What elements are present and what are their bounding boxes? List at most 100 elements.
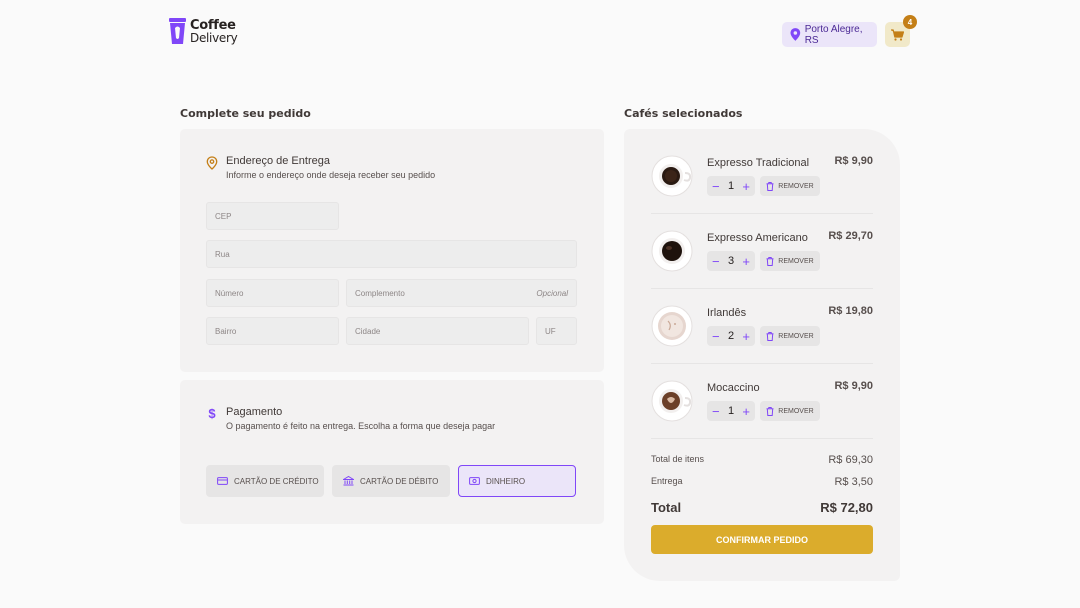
item-price: R$ 19,80 <box>828 305 873 317</box>
divider <box>651 438 873 439</box>
remove-button[interactable]: REMOVER <box>760 401 820 421</box>
dollar-sign-icon: $ <box>208 406 216 421</box>
quantity-value: 1 <box>727 405 735 417</box>
divider <box>651 363 873 364</box>
cep-placeholder: CEP <box>215 211 232 221</box>
address-title: Endereço de Entrega <box>226 155 330 167</box>
quantity-value: 3 <box>727 255 735 267</box>
trash-icon <box>766 331 774 341</box>
bairro-placeholder: Bairro <box>215 326 237 336</box>
minus-button[interactable]: − <box>712 179 720 194</box>
delivery-label: Entrega <box>651 476 683 486</box>
plus-button[interactable]: + <box>742 329 750 344</box>
minus-button[interactable]: − <box>712 254 720 269</box>
cart-item: Mocaccino R$ 9,90 − 1 + REMOVER <box>651 380 873 455</box>
shopping-cart-icon <box>891 28 904 41</box>
payment-debit-label: CARTÃO DE DÉBITO <box>360 476 439 486</box>
remove-label: REMOVER <box>778 257 814 265</box>
payment-credit-card-button[interactable]: CARTÃO DE CRÉDITO <box>206 465 324 497</box>
remove-button[interactable]: REMOVER <box>760 176 820 196</box>
logo[interactable]: Coffee Delivery <box>169 17 238 45</box>
cart-item: Expresso Tradicional R$ 9,90 − 1 + REMOV… <box>651 155 873 230</box>
cidade-placeholder: Cidade <box>355 326 381 336</box>
rua-field[interactable]: Rua <box>206 240 577 268</box>
coffee-image <box>651 380 693 422</box>
payment-cash-label: DINHEIRO <box>486 476 526 486</box>
cart-item: Irlandês R$ 19,80 − 2 + REMOVER <box>651 305 873 380</box>
item-price: R$ 9,90 <box>834 380 873 392</box>
cart-title: Cafés selecionados <box>624 107 743 120</box>
payment-title: Pagamento <box>226 406 283 418</box>
cep-field[interactable]: CEP <box>206 202 339 230</box>
payment-card: $ Pagamento O pagamento é feito na entre… <box>180 380 604 524</box>
cart-count-badge: 4 <box>903 15 917 29</box>
bank-icon <box>343 476 354 486</box>
quantity-stepper: − 1 + <box>707 401 755 421</box>
complemento-optional-hint: Opcional <box>536 288 568 298</box>
payment-debit-card-button[interactable]: CARTÃO DE DÉBITO <box>332 465 450 497</box>
total-row: Total R$ 72,80 <box>651 500 873 515</box>
delivery-value: R$ 3,50 <box>834 476 873 488</box>
items-total-label: Total de itens <box>651 454 705 464</box>
money-icon <box>469 477 480 485</box>
delivery-row: Entrega R$ 3,50 <box>651 476 873 488</box>
confirm-order-button[interactable]: CONFIRMAR PEDIDO <box>651 525 873 554</box>
item-name: Irlandês <box>707 307 747 319</box>
map-pin-outline-icon <box>206 156 218 170</box>
payment-cash-button[interactable]: DINHEIRO <box>458 465 576 497</box>
coffee-image <box>651 305 693 347</box>
quantity-value: 1 <box>727 180 735 192</box>
header: Coffee Delivery Porto Alegre, RS 4 <box>0 0 1080 66</box>
cart-item: Expresso Americano R$ 29,70 − 3 + REMOVE… <box>651 230 873 305</box>
remove-button[interactable]: REMOVER <box>760 251 820 271</box>
trash-icon <box>766 256 774 266</box>
minus-button[interactable]: − <box>712 404 720 419</box>
credit-card-icon <box>217 477 228 485</box>
minus-button[interactable]: − <box>712 329 720 344</box>
bairro-field[interactable]: Bairro <box>206 317 339 345</box>
plus-button[interactable]: + <box>742 254 750 269</box>
uf-placeholder: UF <box>545 326 556 336</box>
cidade-field[interactable]: Cidade <box>346 317 529 345</box>
items-total-row: Total de itens R$ 69,30 <box>651 454 873 466</box>
items-total-value: R$ 69,30 <box>828 454 873 466</box>
quantity-stepper: − 1 + <box>707 176 755 196</box>
divider <box>651 288 873 289</box>
location-badge[interactable]: Porto Alegre, RS <box>782 22 877 47</box>
logo-line-2: Delivery <box>190 30 238 45</box>
address-subtitle: Informe o endereço onde deseja receber s… <box>226 170 436 180</box>
item-name: Mocaccino <box>707 382 760 394</box>
remove-label: REMOVER <box>778 182 814 190</box>
map-pin-icon <box>790 28 801 41</box>
rua-placeholder: Rua <box>215 249 230 259</box>
quantity-stepper: − 2 + <box>707 326 755 346</box>
remove-button[interactable]: REMOVER <box>760 326 820 346</box>
payment-credit-label: CARTÃO DE CRÉDITO <box>234 476 319 486</box>
address-card: Endereço de Entrega Informe o endereço o… <box>180 129 604 372</box>
item-price: R$ 29,70 <box>828 230 873 242</box>
complemento-placeholder: Complemento <box>355 288 405 298</box>
numero-field[interactable]: Número <box>206 279 339 307</box>
checkout-title: Complete seu pedido <box>180 107 311 120</box>
location-text: Porto Alegre, RS <box>804 23 863 46</box>
divider <box>651 213 873 214</box>
coffee-cup-logo-icon <box>169 18 186 44</box>
logo-line-1: Coffee <box>190 17 236 33</box>
plus-button[interactable]: + <box>742 404 750 419</box>
cart-card: Expresso Tradicional R$ 9,90 − 1 + REMOV… <box>624 129 900 581</box>
numero-placeholder: Número <box>215 288 244 298</box>
item-price: R$ 9,90 <box>834 155 873 167</box>
remove-label: REMOVER <box>778 332 814 340</box>
plus-button[interactable]: + <box>742 179 750 194</box>
item-name: Expresso Americano <box>707 232 808 244</box>
coffee-image <box>651 230 693 272</box>
trash-icon <box>766 406 774 416</box>
total-label: Total <box>651 500 682 515</box>
coffee-image <box>651 155 693 197</box>
uf-field[interactable]: UF <box>536 317 577 345</box>
payment-subtitle: O pagamento é feito na entrega. Escolha … <box>226 421 496 431</box>
quantity-value: 2 <box>727 330 735 342</box>
complemento-field[interactable]: Complemento Opcional <box>346 279 577 307</box>
quantity-stepper: − 3 + <box>707 251 755 271</box>
item-name: Expresso Tradicional <box>707 157 810 169</box>
